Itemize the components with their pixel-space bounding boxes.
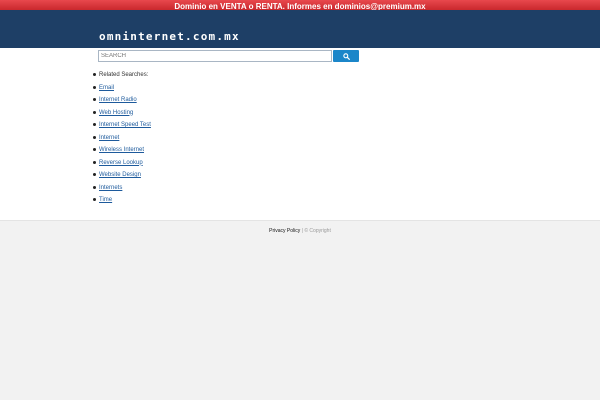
bullet [93, 98, 96, 101]
related-link[interactable]: Wireless Internet [99, 147, 144, 153]
related-link[interactable]: Internets [99, 185, 122, 191]
bullet [93, 160, 96, 164]
related-link-internets: Internets [93, 184, 151, 197]
related-link[interactable]: Internet Radio [99, 97, 137, 103]
related-link-website-design: Website Design [93, 171, 151, 184]
related-link[interactable]: Internet [99, 135, 119, 141]
main-content: Related Searches: Email Internet Radio W… [0, 48, 600, 221]
promo-bar: Dominio en VENTA o RENTA. Informes en do… [0, 0, 600, 11]
related-link-web-hosting: Web Hosting [93, 109, 151, 122]
bullet [93, 123, 96, 126]
bullet [93, 73, 96, 76]
search-input[interactable] [98, 50, 332, 62]
related-link-internet-radio: Internet Radio [93, 96, 151, 109]
related-searches-heading: Related Searches: [93, 71, 151, 84]
related-link[interactable]: Email [99, 85, 114, 91]
related-link-internet-speed-test: Internet Speed Test [93, 121, 151, 134]
related-link-reverse-lookup: Reverse Lookup [93, 159, 151, 172]
related-link-internet: Internet [93, 134, 151, 147]
bullet [93, 173, 96, 176]
bullet [93, 110, 96, 114]
related-link-time: Time [93, 196, 151, 209]
footer-separator: | [301, 228, 303, 234]
search-bar [98, 50, 360, 62]
footer: Privacy Policy | © Copyright [0, 228, 600, 234]
copyright-text: © Copyright [304, 228, 331, 234]
bullet [93, 198, 96, 201]
related-heading-text: Related Searches: [99, 72, 149, 78]
related-link-wireless-internet: Wireless Internet [93, 146, 151, 159]
search-button[interactable] [333, 50, 359, 62]
bullet [93, 85, 96, 89]
site-title: omninternet.com.mx [99, 30, 240, 43]
related-link[interactable]: Reverse Lookup [99, 160, 143, 166]
related-link[interactable]: Web Hosting [99, 110, 133, 116]
bullet [93, 135, 96, 139]
related-link[interactable]: Internet Speed Test [99, 122, 151, 128]
search-icon [342, 52, 350, 60]
privacy-policy-link[interactable]: Privacy Policy [269, 228, 300, 234]
bullet [93, 185, 96, 189]
related-searches: Related Searches: Email Internet Radio W… [93, 71, 151, 209]
bullet [93, 148, 96, 151]
related-link[interactable]: Time [99, 197, 112, 203]
related-link[interactable]: Website Design [99, 172, 141, 178]
header: omninternet.com.mx [0, 10, 600, 48]
related-link-email: Email [93, 84, 151, 97]
